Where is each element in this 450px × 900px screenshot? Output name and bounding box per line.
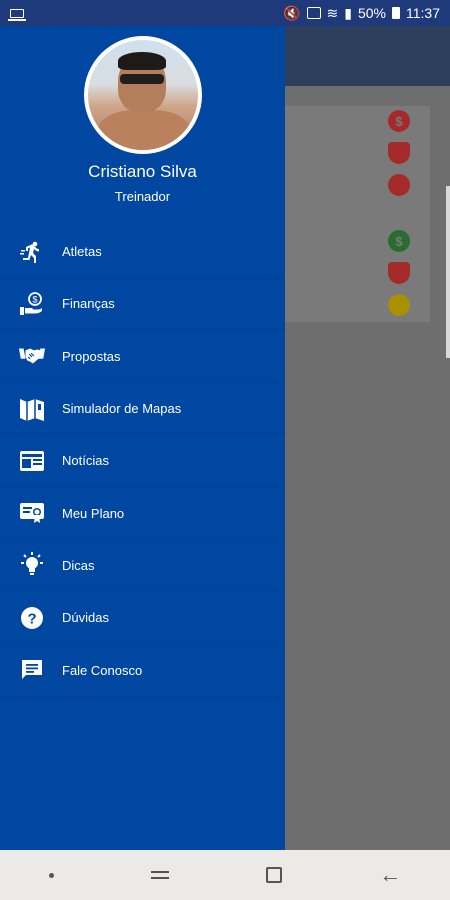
money-hand-icon: $ <box>18 290 46 318</box>
trophy-icon <box>388 142 410 164</box>
question-icon: ? <box>18 604 46 632</box>
status-right: 🔇 ≋ ▮ 50% 11:37 <box>283 5 440 22</box>
menu-label: Finanças <box>62 296 115 312</box>
menu-label: Fale Conosco <box>62 662 143 678</box>
user-name: Cristiano Silva <box>88 162 197 181</box>
menu-label: Dúvidas <box>62 610 109 626</box>
menu-item-dicas[interactable]: Dicas <box>0 540 285 593</box>
menu-label: Atletas <box>62 244 102 260</box>
certificate-icon <box>18 499 46 527</box>
navigation-drawer: Cristiano Silva Treinador Atletas $ Fina… <box>0 26 285 850</box>
menu-item-noticias[interactable]: Notícias <box>0 435 285 488</box>
system-nav-bar: ← <box>0 850 450 900</box>
wifi-icon: ≋ <box>326 4 339 21</box>
menu-item-duvidas[interactable]: ? Dúvidas <box>0 592 285 645</box>
clock-icon <box>388 174 410 196</box>
battery-percent: 50% <box>357 5 386 21</box>
back-arrow-icon[interactable]: ← <box>379 864 401 886</box>
menu-item-propostas[interactable]: Propostas <box>0 331 285 383</box>
menu-label: Dicas <box>62 557 95 573</box>
mute-icon: 🔇 <box>283 4 301 21</box>
menu-label: Propostas <box>62 348 121 364</box>
chat-icon <box>18 656 46 684</box>
signal-icon: ▮ <box>344 4 352 21</box>
laptop-icon <box>8 8 26 21</box>
map-icon <box>18 395 46 423</box>
background-header <box>285 26 450 86</box>
dollar-icon: $ <box>388 230 410 252</box>
menu-label: Meu Plano <box>62 505 125 521</box>
menu-label: Simulador de Mapas <box>62 401 182 417</box>
user-role: Treinador <box>114 189 171 204</box>
clock-icon <box>388 294 410 316</box>
status-bar: 🔇 ≋ ▮ 50% 11:37 <box>0 0 450 26</box>
handshake-icon <box>18 342 46 370</box>
battery-icon <box>392 7 400 19</box>
menu-item-meu-plano[interactable]: Meu Plano <box>0 487 285 540</box>
clock-time: 11:37 <box>406 5 440 21</box>
drawer-menu: Atletas $ Finanças Propostas Simulador d… <box>0 226 285 697</box>
recent-apps-icon[interactable] <box>150 868 169 882</box>
status-left <box>8 8 26 21</box>
drawer-header: Cristiano Silva Treinador <box>0 26 285 222</box>
dollar-icon: $ <box>388 110 410 132</box>
menu-item-financas[interactable]: $ Finanças <box>0 278 285 331</box>
svg-text:?: ? <box>28 610 37 627</box>
scrollbar[interactable] <box>446 186 450 358</box>
nav-dot-icon[interactable] <box>48 872 54 878</box>
trophy-icon <box>388 262 410 284</box>
newspaper-icon <box>18 447 46 475</box>
menu-label: Notícias <box>62 453 109 469</box>
running-athlete-icon <box>18 238 46 266</box>
avatar-photo <box>88 40 198 150</box>
menu-item-fale-conosco[interactable]: Fale Conosco <box>0 644 285 697</box>
menu-item-simulador-de-mapas[interactable]: Simulador de Mapas <box>0 383 285 436</box>
home-icon[interactable] <box>266 867 283 883</box>
svg-text:$: $ <box>33 294 38 304</box>
menu-item-atletas[interactable]: Atletas <box>0 226 285 279</box>
lightbulb-icon <box>18 551 46 579</box>
background-app[interactable]: $ $ <box>285 26 450 850</box>
alarm-icon <box>306 7 321 19</box>
avatar[interactable] <box>84 36 202 154</box>
